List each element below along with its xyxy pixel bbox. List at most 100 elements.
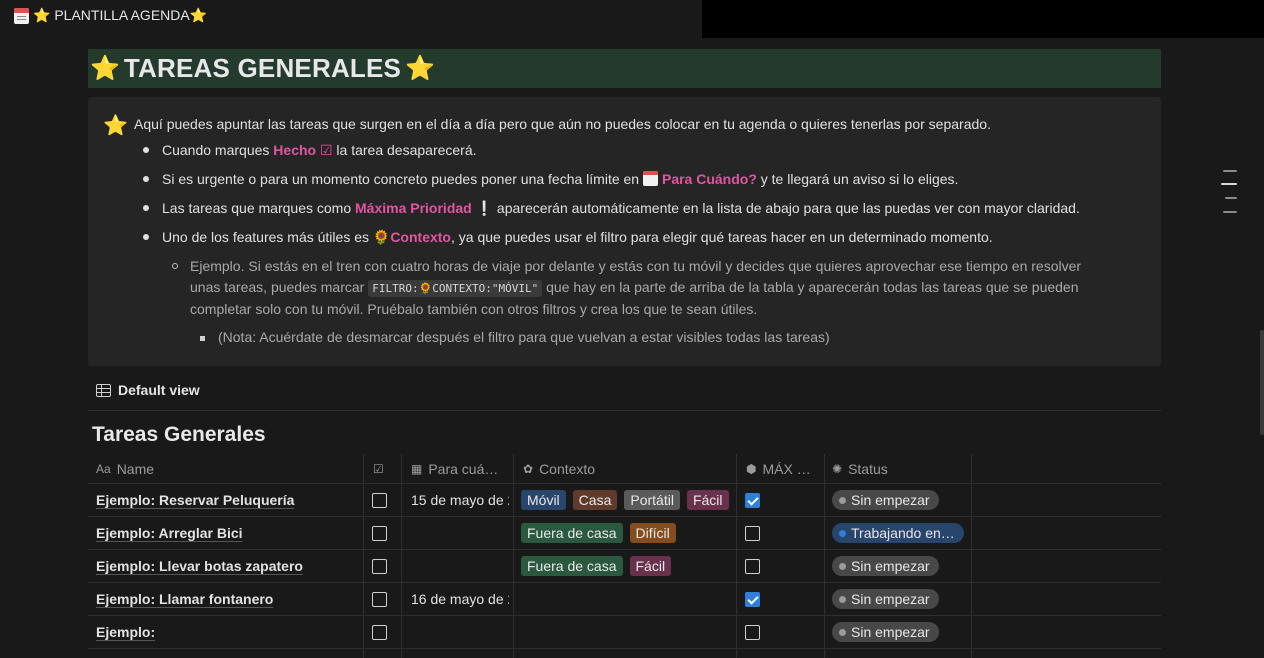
row-contexto[interactable]: Fuera de casa Difícil <box>521 517 741 549</box>
table-row[interactable]: Ejemplo: Llevar botas zapatero Fuera de … <box>88 550 1161 583</box>
status-badge[interactable]: Sin empezar <box>832 622 939 642</box>
tag-fuera-de-casa: Fuera de casa <box>521 523 623 543</box>
divider <box>88 410 1161 411</box>
column-header-contexto[interactable]: ✿ Contexto <box>523 454 723 484</box>
example-paragraph: Ejemplo. Si estás en el tren con cuatro … <box>190 256 1140 320</box>
row-date[interactable]: 15 de mayo de 2 <box>411 484 509 516</box>
row-contexto[interactable]: Fuera de casa Fácil <box>521 550 741 582</box>
status-badge[interactable]: Trabajando en… <box>832 523 964 543</box>
outline-nav-mark[interactable] <box>1225 197 1237 199</box>
row-date[interactable]: 16 de mayo de 2 <box>411 583 509 615</box>
column-header-para-cuando[interactable]: ▦ Para cuá… <box>411 454 511 484</box>
outline-nav-mark[interactable] <box>1223 170 1237 172</box>
bullet-text: aparecerán automáticamente en la lista d… <box>493 200 1080 216</box>
calendar-icon <box>14 7 29 24</box>
bullet-text: Uno de los features más útiles es <box>162 229 373 245</box>
row-name[interactable]: Ejemplo: Llamar fontanero <box>96 583 366 615</box>
breadcrumb-label: ⭐ PLANTILLA AGENDA⭐ <box>33 7 208 23</box>
status-badge[interactable]: Sin empezar <box>832 556 939 576</box>
column-header-name[interactable]: Aa Name <box>96 454 366 484</box>
window-overlay <box>702 0 1264 38</box>
done-checkbox[interactable] <box>372 591 387 607</box>
status-label: Sin empezar <box>851 558 930 574</box>
bullet-para-cuando: Si es urgente o para un momento concreto… <box>162 171 958 187</box>
column-label: Contexto <box>539 461 596 477</box>
contexto-link[interactable]: 🌻Contexto <box>373 229 451 245</box>
row-contexto[interactable]: Móvil Casa Portátil Fácil <box>521 484 741 516</box>
max-priority-checkbox[interactable] <box>745 558 760 574</box>
bullet-hecho: Cuando marques Hecho ☑ la tarea desapare… <box>162 142 477 159</box>
status-label: Sin empezar <box>851 624 930 640</box>
status-dot <box>839 496 846 504</box>
callout-intro: Aquí puedes apuntar las tareas que surge… <box>134 116 991 132</box>
status-dot <box>839 562 846 570</box>
hecho-link[interactable]: Hecho ☑ <box>273 142 332 158</box>
bullet-text: Si es urgente o para un momento concreto… <box>162 171 643 187</box>
bullet-dot <box>143 234 149 240</box>
status-badge[interactable]: Sin empezar <box>832 490 939 510</box>
bullet-text: , ya que puedes usar el filtro para eleg… <box>450 229 993 245</box>
row-date[interactable] <box>411 517 509 549</box>
table-row[interactable]: Ejemplo: Reservar Peluquería 15 de mayo … <box>88 484 1161 517</box>
bullet-dot <box>143 176 149 182</box>
done-checkbox[interactable] <box>372 624 387 640</box>
status-dot <box>839 529 846 537</box>
tag-dificil: Difícil <box>629 523 676 543</box>
column-label: Para cuá… <box>428 461 499 477</box>
bullet-text: y te llegará un aviso si lo eliges. <box>756 171 959 187</box>
done-checkbox[interactable] <box>372 492 387 508</box>
table-header: Aa Name ☑ ▦ Para cuá… ✿ Contexto ⬢ MÁX …… <box>88 454 1161 484</box>
row-name[interactable]: Ejemplo: <box>96 616 366 648</box>
table-row[interactable]: Ejemplo: Sin empezar <box>88 616 1161 649</box>
text-type-icon: Aa <box>96 462 111 476</box>
max-priority-checkbox[interactable] <box>745 492 760 508</box>
row-contexto[interactable] <box>521 616 741 648</box>
status-badge[interactable]: Sin empezar <box>832 589 939 609</box>
row-name[interactable]: Ejemplo: Arreglar Bici <box>96 517 366 549</box>
breadcrumb[interactable]: ⭐ PLANTILLA AGENDA⭐ <box>14 7 207 24</box>
status-label: Sin empezar <box>851 591 930 607</box>
view-tab-default[interactable]: Default view <box>96 382 200 398</box>
checkbox-type-icon: ☑ <box>373 462 384 476</box>
star-icon: ⭐ <box>90 55 120 82</box>
row-name[interactable]: Ejemplo: Reservar Peluquería <box>96 484 366 516</box>
para-cuando-link[interactable]: Para Cuándo? <box>662 171 757 187</box>
bullet-dot <box>143 205 149 211</box>
row-contexto[interactable] <box>521 583 741 615</box>
calendar-icon <box>642 171 658 186</box>
example-line: unas tareas, puedes marcar FILTRO:🌻CONTE… <box>190 277 1140 299</box>
column-header-max[interactable]: ⬢ MÁX … <box>746 454 824 484</box>
done-checkbox[interactable] <box>372 525 387 541</box>
bullet-contexto: Uno de los features más útiles es 🌻Conte… <box>162 229 993 246</box>
done-checkbox[interactable] <box>372 558 387 574</box>
info-callout: ⭐ Aquí puedes apuntar las tareas que sur… <box>88 97 1161 366</box>
column-header-done[interactable]: ☑ <box>373 454 401 484</box>
view-tab-label: Default view <box>118 382 200 398</box>
outline-nav-mark[interactable] <box>1223 211 1237 213</box>
tag-facil: Fácil <box>629 556 672 576</box>
table-row[interactable]: Ejemplo: Llamar fontanero 16 de mayo de … <box>88 583 1161 616</box>
date-type-icon: ▦ <box>411 462 423 476</box>
example-text: que hay en la parte de arriba de la tabl… <box>542 279 1079 295</box>
column-label: Status <box>848 461 888 477</box>
multi-select-type-icon: ✿ <box>523 462 534 476</box>
max-priority-checkbox[interactable] <box>745 591 760 607</box>
row-name[interactable]: Ejemplo: Llevar botas zapatero <box>96 550 366 582</box>
table-row[interactable]: Ejemplo: Arreglar Bici Fuera de casa Dif… <box>88 517 1161 550</box>
tag-casa: Casa <box>572 490 618 510</box>
sub-bullet-ring <box>172 263 178 269</box>
row-date[interactable] <box>411 550 509 582</box>
max-priority-checkbox[interactable] <box>745 624 760 640</box>
row-date[interactable] <box>411 616 509 648</box>
bullet-text: Las tareas que marques como <box>162 200 355 216</box>
max-priority-checkbox[interactable] <box>745 525 760 541</box>
example-line: Ejemplo. Si estás en el tren con cuatro … <box>190 258 1082 274</box>
database-title[interactable]: Tareas Generales <box>92 423 266 447</box>
scrollbar[interactable] <box>1260 330 1264 435</box>
maxima-prioridad-link[interactable]: Máxima Prioridad <box>355 200 472 216</box>
outline-nav-mark-active[interactable] <box>1221 183 1237 185</box>
tag-facil: Fácil <box>686 490 729 510</box>
status-dot <box>839 595 846 603</box>
column-header-status[interactable]: ✺ Status <box>832 454 962 484</box>
bullet-text: la tarea desaparecerá. <box>332 142 477 158</box>
